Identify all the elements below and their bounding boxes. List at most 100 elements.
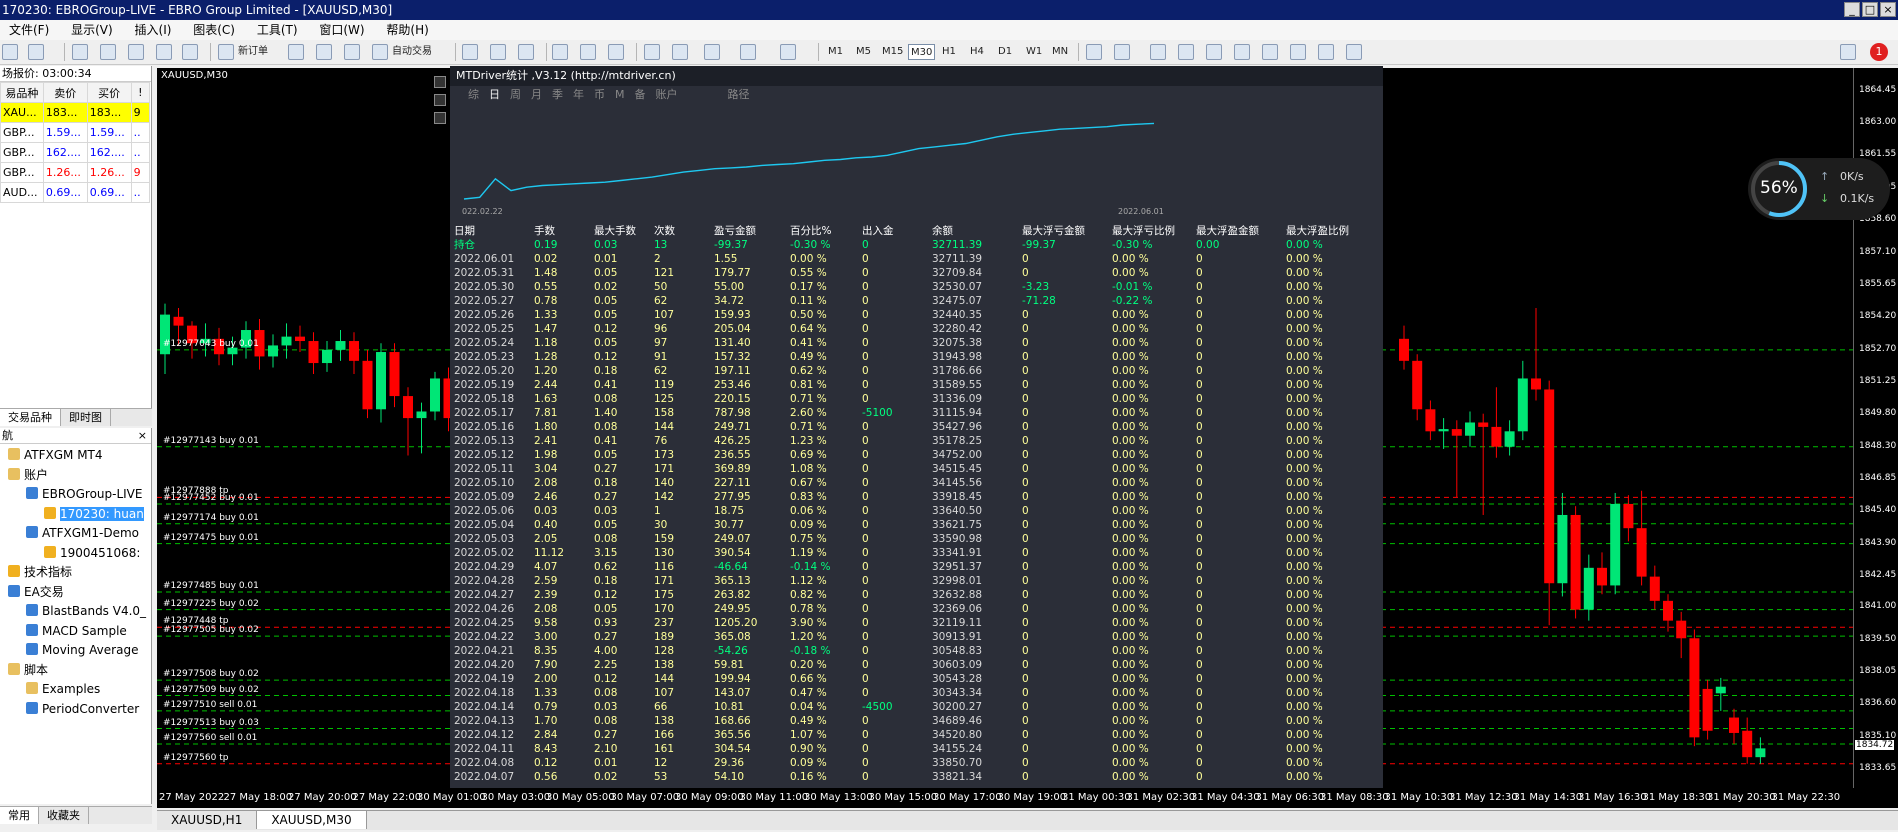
metaeditor-icon[interactable] (288, 44, 304, 60)
navigator-item[interactable]: ATFXGM1-Demo (26, 524, 139, 542)
stats-tab[interactable]: 年 (573, 88, 584, 101)
navigator-item[interactable]: PeriodConverter (26, 700, 139, 718)
timeframe-m30[interactable]: M30 (908, 44, 936, 60)
market-watch-icon[interactable] (72, 44, 88, 60)
column-header[interactable]: 易品种 (0, 82, 44, 103)
close-icon[interactable]: × (138, 428, 147, 444)
terminal-icon[interactable] (156, 44, 172, 60)
stats-tab[interactable]: M (615, 88, 625, 101)
minimize-button[interactable]: _ (1844, 2, 1860, 17)
market-watch-row[interactable]: XAU... 183... 183... 9 (0, 102, 151, 123)
new-order-button[interactable]: 新订单 (238, 44, 268, 60)
profiles-icon[interactable] (28, 44, 44, 60)
menu-tools[interactable]: 工具(T) (248, 20, 307, 40)
maximize-button[interactable]: □ (1862, 2, 1878, 17)
column-header[interactable]: 卖价 (42, 82, 88, 103)
column-header[interactable]: ! (130, 82, 151, 103)
order-label[interactable]: #12977143 buy 0.01 (163, 436, 259, 446)
order-label[interactable]: #12977560 tp (163, 753, 228, 763)
auto-trading-button[interactable]: 自动交易 (392, 44, 432, 60)
order-label[interactable]: #12977475 buy 0.01 (163, 533, 259, 543)
equidistant-channel-icon[interactable] (1234, 44, 1250, 60)
menu-window[interactable]: 窗口(W) (310, 20, 373, 40)
market-watch-row[interactable]: GBP... 1.26... 1.26... 9 (0, 162, 151, 183)
navigator-item[interactable]: 技术指标 (8, 563, 72, 581)
line-chart-icon[interactable] (518, 44, 534, 60)
order-label[interactable]: #12977225 buy 0.02 (163, 599, 259, 609)
tab-xauusd-h1[interactable]: XAUUSD,H1 (157, 811, 258, 829)
menu-help[interactable]: 帮助(H) (377, 20, 437, 40)
navigator-icon[interactable] (128, 44, 144, 60)
order-label[interactable]: #12977043 buy 0.01 (163, 339, 259, 349)
stats-tab[interactable]: 路径 (728, 88, 750, 101)
tab-xauusd-m30[interactable]: XAUUSD,M30 (257, 811, 367, 829)
stats-tab[interactable]: 综 (468, 88, 479, 101)
navigator-item[interactable]: 脚本 (8, 661, 48, 679)
order-label[interactable]: #12977510 sell 0.01 (163, 700, 257, 710)
templates-icon[interactable] (780, 44, 796, 60)
stats-tab[interactable]: 账户 (656, 88, 678, 101)
market-icon[interactable] (344, 44, 360, 60)
tab-symbols[interactable]: 交易品种 (0, 409, 61, 426)
menu-insert[interactable]: 插入(I) (126, 20, 181, 40)
time-scale[interactable]: 27 May 2022 27 May 18:00 27 May 20:00 27 Ma… (157, 788, 1898, 808)
bar-chart-icon[interactable] (462, 44, 478, 60)
fibonacci-icon[interactable] (1262, 44, 1278, 60)
menu-charts[interactable]: 图表(C) (184, 20, 244, 40)
zoom-out-icon[interactable] (580, 44, 596, 60)
zoom-in-icon[interactable] (552, 44, 568, 60)
timeframe-m5[interactable]: M5 (856, 44, 871, 60)
tab-common[interactable]: 常用 (0, 807, 39, 824)
menu-view[interactable]: 显示(V) (62, 20, 122, 40)
tab-tick-chart[interactable]: 即时图 (61, 409, 111, 426)
timeframe-h4[interactable]: H4 (970, 44, 984, 60)
data-window-icon[interactable] (100, 44, 116, 60)
timeframe-m15[interactable]: M15 (882, 44, 903, 60)
expand-icon[interactable] (434, 112, 446, 124)
navigator-item[interactable]: EA交易 (8, 583, 64, 601)
tile-windows-icon[interactable] (608, 44, 624, 60)
order-label[interactable]: #12977513 buy 0.03 (163, 718, 259, 728)
periods-icon[interactable] (740, 44, 756, 60)
market-watch-row[interactable]: GBP... 1.59... 1.59..... (0, 122, 151, 143)
order-label[interactable]: #12977505 buy 0.02 (163, 625, 259, 635)
timeframe-mn[interactable]: MN (1052, 44, 1068, 60)
market-watch-row[interactable]: AUD... 0.69... 0.69..... (0, 182, 151, 203)
trendline-icon[interactable] (1206, 44, 1222, 60)
stats-tab[interactable]: 备 (635, 88, 646, 101)
timeframe-w1[interactable]: W1 (1026, 44, 1042, 60)
market-watch-row[interactable]: GBP... 162.... 162...... (0, 142, 151, 163)
new-chart-icon[interactable] (2, 44, 18, 60)
timeframe-d1[interactable]: D1 (998, 44, 1012, 60)
order-label[interactable]: #12977174 buy 0.01 (163, 513, 259, 523)
timeframe-m1[interactable]: M1 (828, 44, 843, 60)
navigator-item[interactable]: 1900451068: (44, 544, 140, 562)
navigator-item[interactable]: 账户 (8, 466, 48, 484)
navigator-item[interactable]: Moving Average (26, 641, 138, 659)
navigator-item[interactable]: Examples (26, 680, 100, 698)
order-label[interactable]: #12977560 sell 0.01 (163, 733, 257, 743)
stats-tab[interactable]: 月 (531, 88, 542, 101)
navigator-item[interactable]: EBROGroup-LIVE (26, 485, 142, 503)
autoscroll-icon[interactable] (672, 44, 688, 60)
order-label[interactable]: #12977508 buy 0.02 (163, 669, 259, 679)
tester-icon[interactable] (182, 44, 198, 60)
stats-tab[interactable]: 周 (510, 88, 521, 101)
order-label[interactable]: #12977452 buy 0.01 (163, 493, 259, 503)
order-label[interactable]: #12977485 buy 0.01 (163, 581, 259, 591)
settings-icon[interactable] (434, 94, 446, 106)
navigator-item[interactable]: ATFXGM MT4 (8, 446, 103, 464)
stats-tab[interactable]: 日 (489, 88, 500, 101)
text-icon[interactable] (1290, 44, 1306, 60)
pin-icon[interactable] (434, 76, 446, 88)
signals-icon[interactable] (316, 44, 332, 60)
menu-file[interactable]: 文件(F) (0, 20, 58, 40)
navigator-item[interactable]: BlastBands V4.0_ (26, 602, 146, 620)
close-button[interactable]: × (1880, 2, 1896, 17)
horizontal-line-icon[interactable] (1178, 44, 1194, 60)
candlestick-icon[interactable] (490, 44, 506, 60)
cursor-icon[interactable] (1086, 44, 1102, 60)
auto-trading-icon[interactable] (372, 44, 388, 60)
indicators-icon[interactable] (704, 44, 720, 60)
navigator-item[interactable]: MACD Sample (26, 622, 127, 640)
